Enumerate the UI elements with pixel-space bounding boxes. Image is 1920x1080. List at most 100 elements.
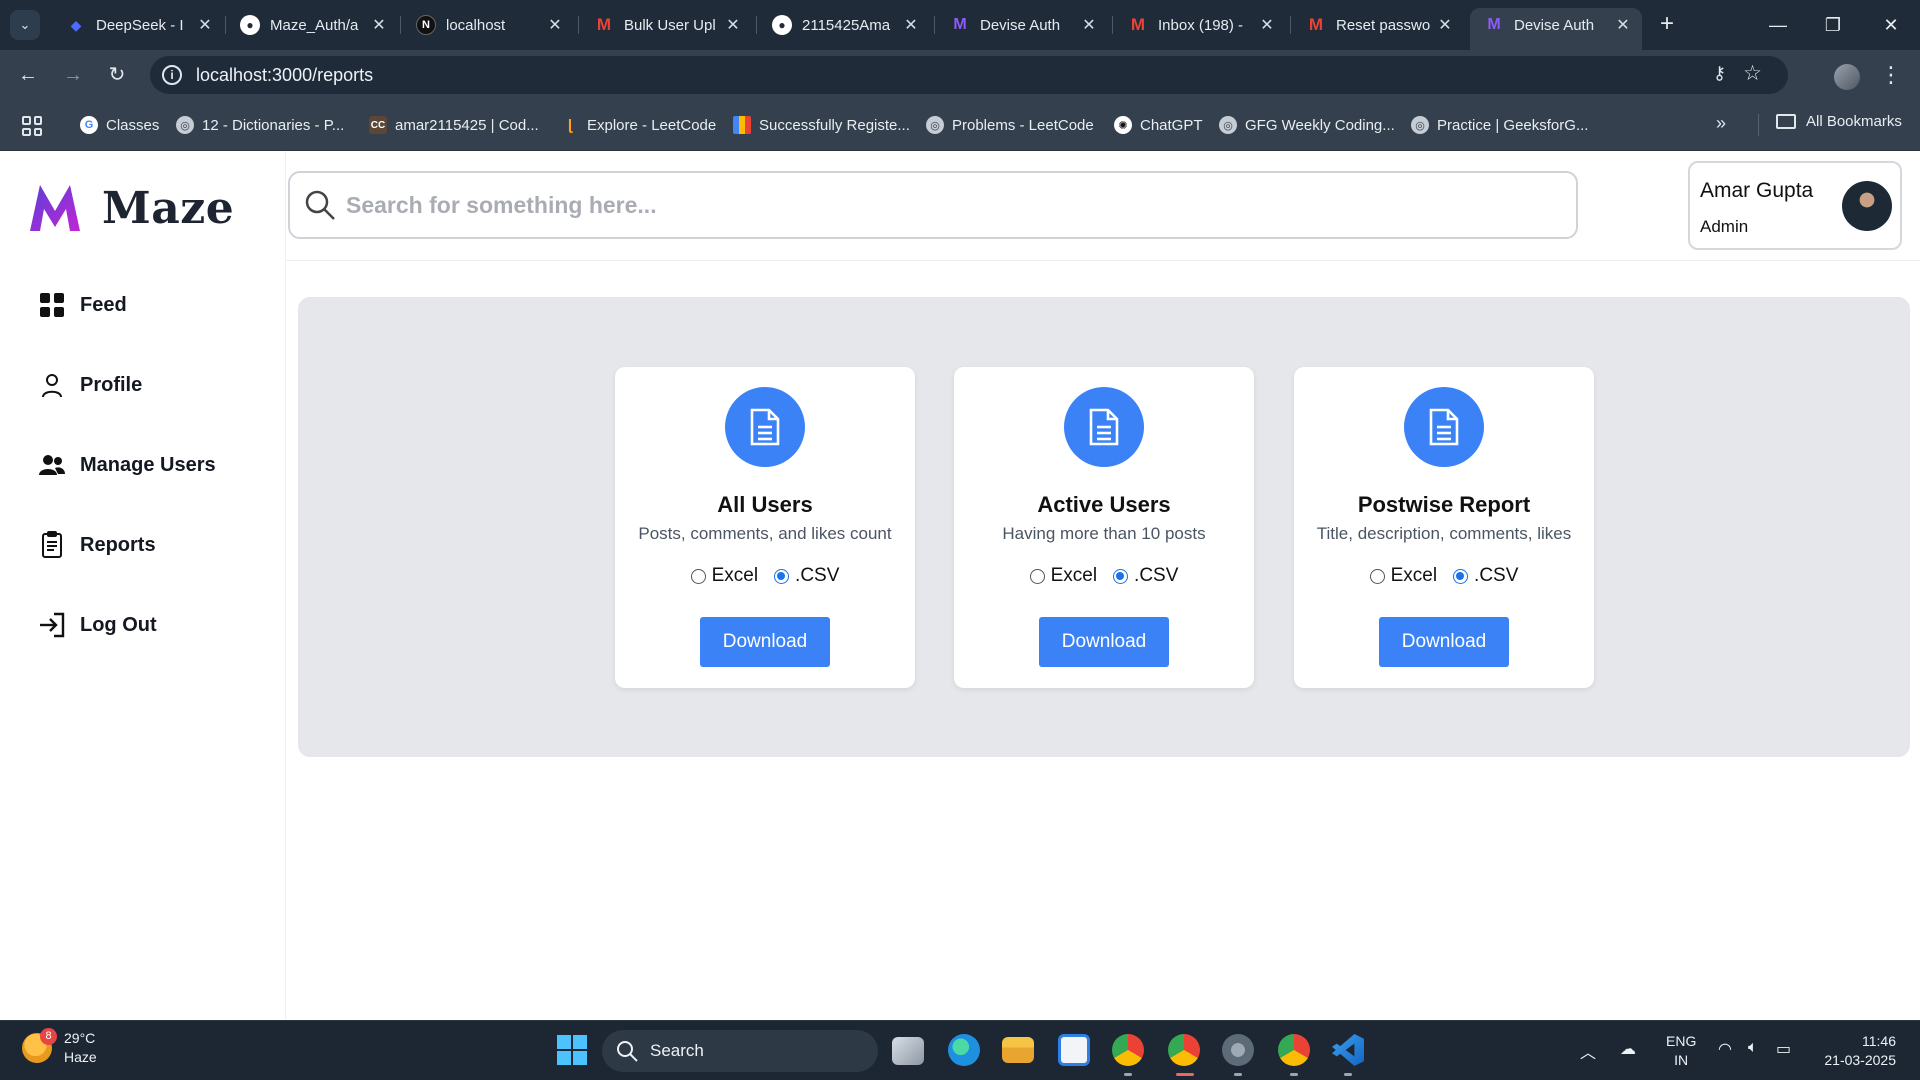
bookmark-codechef[interactable]: CC amar2115425 | Cod... — [369, 113, 539, 137]
browser-tab-devise-auth-active[interactable]: M Devise Auth ✕ — [1470, 8, 1642, 50]
option-label: .CSV — [1134, 565, 1179, 586]
user-profile-card[interactable]: Amar Gupta Admin — [1688, 161, 1902, 250]
csv-option[interactable]: .CSV — [774, 565, 839, 587]
onedrive-icon[interactable]: ☁ — [1620, 1039, 1636, 1059]
sidebar-item-feed[interactable]: Feed — [38, 291, 127, 319]
site-info-icon[interactable]: i — [162, 65, 182, 85]
bookmark-successfully-registered[interactable]: Successfully Registe... — [733, 113, 910, 137]
windows-start-icon[interactable] — [557, 1035, 587, 1065]
browser-tab-localhost[interactable]: N localhost ✕ — [402, 8, 574, 42]
bookmark-label: Explore - LeetCode — [587, 116, 717, 134]
excel-radio[interactable] — [690, 568, 706, 584]
csv-radio[interactable] — [774, 568, 790, 584]
close-icon[interactable]: ✕ — [1436, 15, 1454, 35]
browser-tab-github-maze[interactable]: ● Maze_Auth/a ✕ — [226, 8, 398, 42]
address-bar[interactable]: i localhost:3000/reports ⚷ ☆ — [150, 56, 1788, 94]
gmail-icon: M — [1308, 15, 1324, 34]
bookmark-classes[interactable]: G Classes — [80, 113, 159, 137]
app-viewport: Maze Feed Profile Manage Users Reports L… — [0, 151, 1920, 1020]
sidebar-item-manage-users[interactable]: Manage Users — [38, 451, 216, 479]
close-icon[interactable]: ✕ — [724, 15, 742, 35]
excel-option[interactable]: Excel — [1029, 565, 1097, 587]
close-icon[interactable]: ✕ — [546, 15, 564, 35]
lang-region: IN — [1674, 1052, 1689, 1068]
csv-radio[interactable] — [1453, 568, 1469, 584]
avatar[interactable] — [1842, 181, 1892, 231]
browser-tab-bulk-upload[interactable]: M Bulk User Upl ✕ — [580, 8, 752, 42]
csv-option[interactable]: .CSV — [1113, 565, 1178, 587]
chevron-double-right-icon[interactable]: » — [1716, 113, 1726, 134]
download-button[interactable]: Download — [700, 617, 830, 667]
sidebar-item-reports[interactable]: Reports — [38, 531, 156, 559]
browser-tab-inbox[interactable]: M Inbox (198) - ✕ — [1114, 8, 1286, 42]
system-clock[interactable]: 11:46 21-03-2025 — [1818, 1032, 1896, 1070]
bookmark-practice-gfg[interactable]: ◎ Practice | GeeksforG... — [1411, 113, 1588, 137]
excel-radio[interactable] — [1369, 568, 1385, 584]
weather-widget[interactable]: 8 29°C Haze — [22, 1028, 97, 1067]
brand-logo[interactable]: Maze — [28, 181, 234, 235]
download-button[interactable]: Download — [1039, 617, 1169, 667]
taskbar-search[interactable]: Search — [602, 1030, 878, 1072]
tab-search-button[interactable]: ⌄ — [10, 10, 40, 40]
close-icon[interactable]: ✕ — [902, 15, 920, 35]
browser-tab-devise-auth[interactable]: M Devise Auth ✕ — [936, 8, 1108, 42]
excel-option[interactable]: Excel — [690, 565, 758, 587]
app-header: Amar Gupta Admin — [286, 151, 1920, 261]
sidebar-item-logout[interactable]: Log Out — [38, 611, 157, 639]
battery-icon[interactable]: ▭ — [1776, 1039, 1791, 1059]
chrome-icon[interactable] — [1168, 1034, 1200, 1066]
browser-menu-icon[interactable]: ⋮ — [1880, 60, 1902, 90]
sidebar-item-label: Feed — [80, 293, 127, 316]
sidebar-item-profile[interactable]: Profile — [38, 371, 142, 399]
browser-profile-avatar[interactable] — [1834, 64, 1860, 90]
forward-button[interactable]: → — [58, 60, 88, 90]
volume-icon[interactable]: 🔈︎ — [1748, 1039, 1758, 1057]
csv-radio[interactable] — [1113, 568, 1129, 584]
format-options: Excel .CSV — [1294, 565, 1594, 587]
minimize-button[interactable]: — — [1758, 10, 1798, 40]
browser-tab-reset-password[interactable]: M Reset passwo ✕ — [1292, 8, 1464, 42]
maze-logo-icon — [30, 185, 80, 231]
file-explorer-icon[interactable] — [1002, 1037, 1034, 1063]
chevron-up-icon[interactable]: ︿ — [1580, 1039, 1596, 1063]
browser-tab-deepseek[interactable]: ◆ DeepSeek - I ✕ — [52, 8, 224, 42]
bookmark-label: ChatGPT — [1140, 116, 1203, 134]
bookmark-gfg-weekly[interactable]: ◎ GFG Weekly Coding... — [1219, 113, 1395, 137]
close-icon[interactable]: ✕ — [196, 15, 214, 35]
report-description: Posts, comments, and likes count — [638, 524, 892, 543]
restore-button[interactable]: ❐ — [1813, 10, 1853, 40]
excel-option[interactable]: Excel — [1369, 565, 1437, 587]
excel-radio[interactable] — [1029, 568, 1045, 584]
back-button[interactable]: ← — [13, 60, 43, 90]
new-tab-button[interactable]: + — [1652, 10, 1682, 40]
vscode-icon[interactable] — [1332, 1034, 1364, 1066]
edge-icon[interactable] — [948, 1034, 980, 1066]
bookmark-problems-leetcode[interactable]: ◎ Problems - LeetCode — [926, 113, 1094, 137]
close-icon[interactable]: ✕ — [1258, 15, 1276, 35]
microsoft-store-icon[interactable] — [1058, 1034, 1090, 1066]
reload-button[interactable]: ↻ — [102, 60, 132, 90]
password-key-icon[interactable]: ⚷ — [1713, 63, 1726, 84]
wifi-icon[interactable]: ◠ — [1718, 1039, 1732, 1059]
tab-title: Bulk User Upl — [624, 16, 716, 34]
all-bookmarks-button[interactable]: All Bookmarks — [1776, 113, 1902, 130]
language-indicator[interactable]: ENG IN — [1666, 1032, 1696, 1070]
close-icon[interactable]: ✕ — [1080, 15, 1098, 35]
close-icon[interactable]: ✕ — [1614, 15, 1632, 35]
search-input[interactable] — [346, 191, 1546, 219]
bookmark-explore-leetcode[interactable]: ɭ Explore - LeetCode — [561, 113, 716, 137]
close-window-button[interactable]: ✕ — [1871, 10, 1911, 40]
settings-gear-icon[interactable] — [1222, 1034, 1254, 1066]
task-view-icon[interactable] — [892, 1037, 924, 1065]
csv-option[interactable]: .CSV — [1453, 565, 1518, 587]
download-button[interactable]: Download — [1379, 617, 1509, 667]
browser-tab-github-2115425[interactable]: ● 2115425Ama ✕ — [758, 8, 930, 42]
apps-grid-icon[interactable] — [22, 116, 42, 136]
bookmark-star-icon[interactable]: ☆ — [1743, 61, 1762, 86]
bookmark-dictionaries[interactable]: ◎ 12 - Dictionaries - P... — [176, 113, 344, 137]
close-icon[interactable]: ✕ — [370, 15, 388, 35]
chrome-icon[interactable] — [1278, 1034, 1310, 1066]
sidebar-item-label: Log Out — [80, 613, 157, 636]
chrome-icon[interactable] — [1112, 1034, 1144, 1066]
bookmark-chatgpt[interactable]: ✺ ChatGPT — [1114, 113, 1203, 137]
